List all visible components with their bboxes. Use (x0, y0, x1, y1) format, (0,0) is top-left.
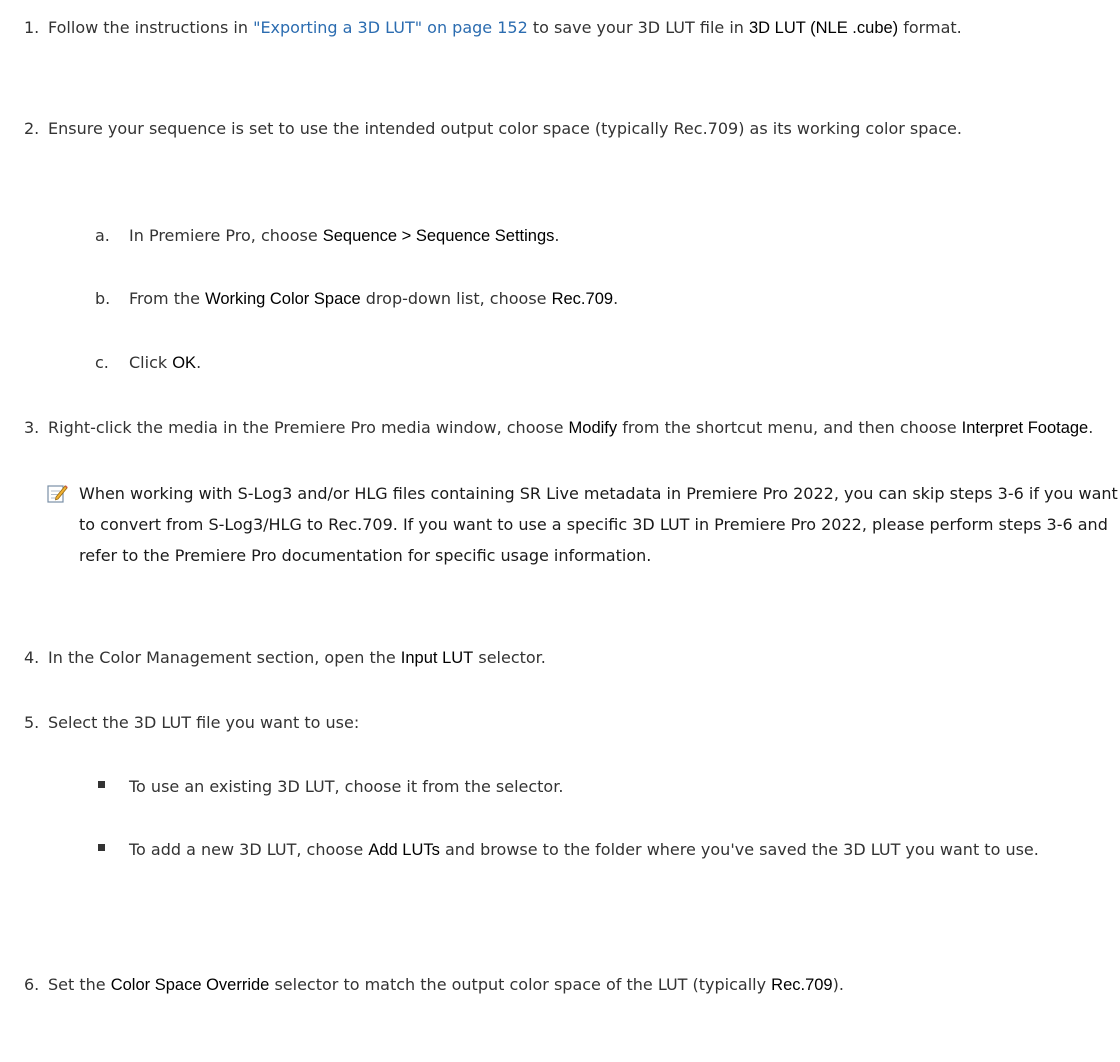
step-text: Ensure your sequence is set to use the i… (48, 119, 962, 138)
step-number: 3. (24, 418, 40, 437)
ui-term: Add LUTs (368, 841, 440, 859)
substep-letter: b. (95, 289, 111, 308)
ui-term: Interpret Footage (961, 419, 1089, 437)
step-text: Set the Color Space Override selector to… (48, 975, 844, 994)
bullet-mark (98, 781, 105, 788)
ui-term: OK (172, 354, 197, 372)
step-number: 5. (24, 713, 40, 732)
step-number: 6. (24, 975, 40, 994)
ui-term: 3D LUT (NLE .cube) (749, 19, 899, 37)
ui-term: Color Space Override (110, 976, 270, 994)
step-text: Follow the instructions in "Exporting a … (48, 18, 962, 37)
ui-term: Sequence > Sequence Settings (322, 227, 555, 245)
ui-term: Rec.709 (771, 976, 833, 994)
substep-letter: c. (95, 353, 109, 372)
bullet-text: To use an existing 3D LUT, choose it fro… (129, 777, 564, 796)
note-icon (46, 482, 68, 504)
substep-text: From the Working Color Space drop-down l… (129, 289, 619, 308)
cross-reference-link[interactable]: "Exporting a 3D LUT" on page 152 (253, 18, 528, 37)
step-number: 2. (24, 119, 40, 138)
ui-term: Input LUT (400, 649, 474, 667)
step-text: Right-click the media in the Premiere Pr… (48, 418, 1094, 437)
step-text: In the Color Management section, open th… (48, 648, 546, 667)
step-text: Select the 3D LUT file you want to use: (48, 713, 360, 732)
substep-letter: a. (95, 226, 110, 245)
substep-text: In Premiere Pro, choose Sequence > Seque… (129, 226, 560, 245)
bullet-mark (98, 844, 105, 851)
step-number: 4. (24, 648, 40, 667)
ui-term: Working Color Space (205, 290, 361, 308)
bullet-text: To add a new 3D LUT, choose Add LUTs and… (129, 840, 1039, 859)
document-page: 1. Follow the instructions in "Exporting… (0, 0, 1120, 1062)
ui-term: Rec.709 (551, 290, 614, 308)
ui-term: Modify (568, 419, 618, 437)
note-text: When working with S-Log3 and/or HLG file… (79, 484, 1118, 565)
step-number: 1. (24, 18, 40, 37)
substep-text: Click OK. (129, 353, 202, 372)
